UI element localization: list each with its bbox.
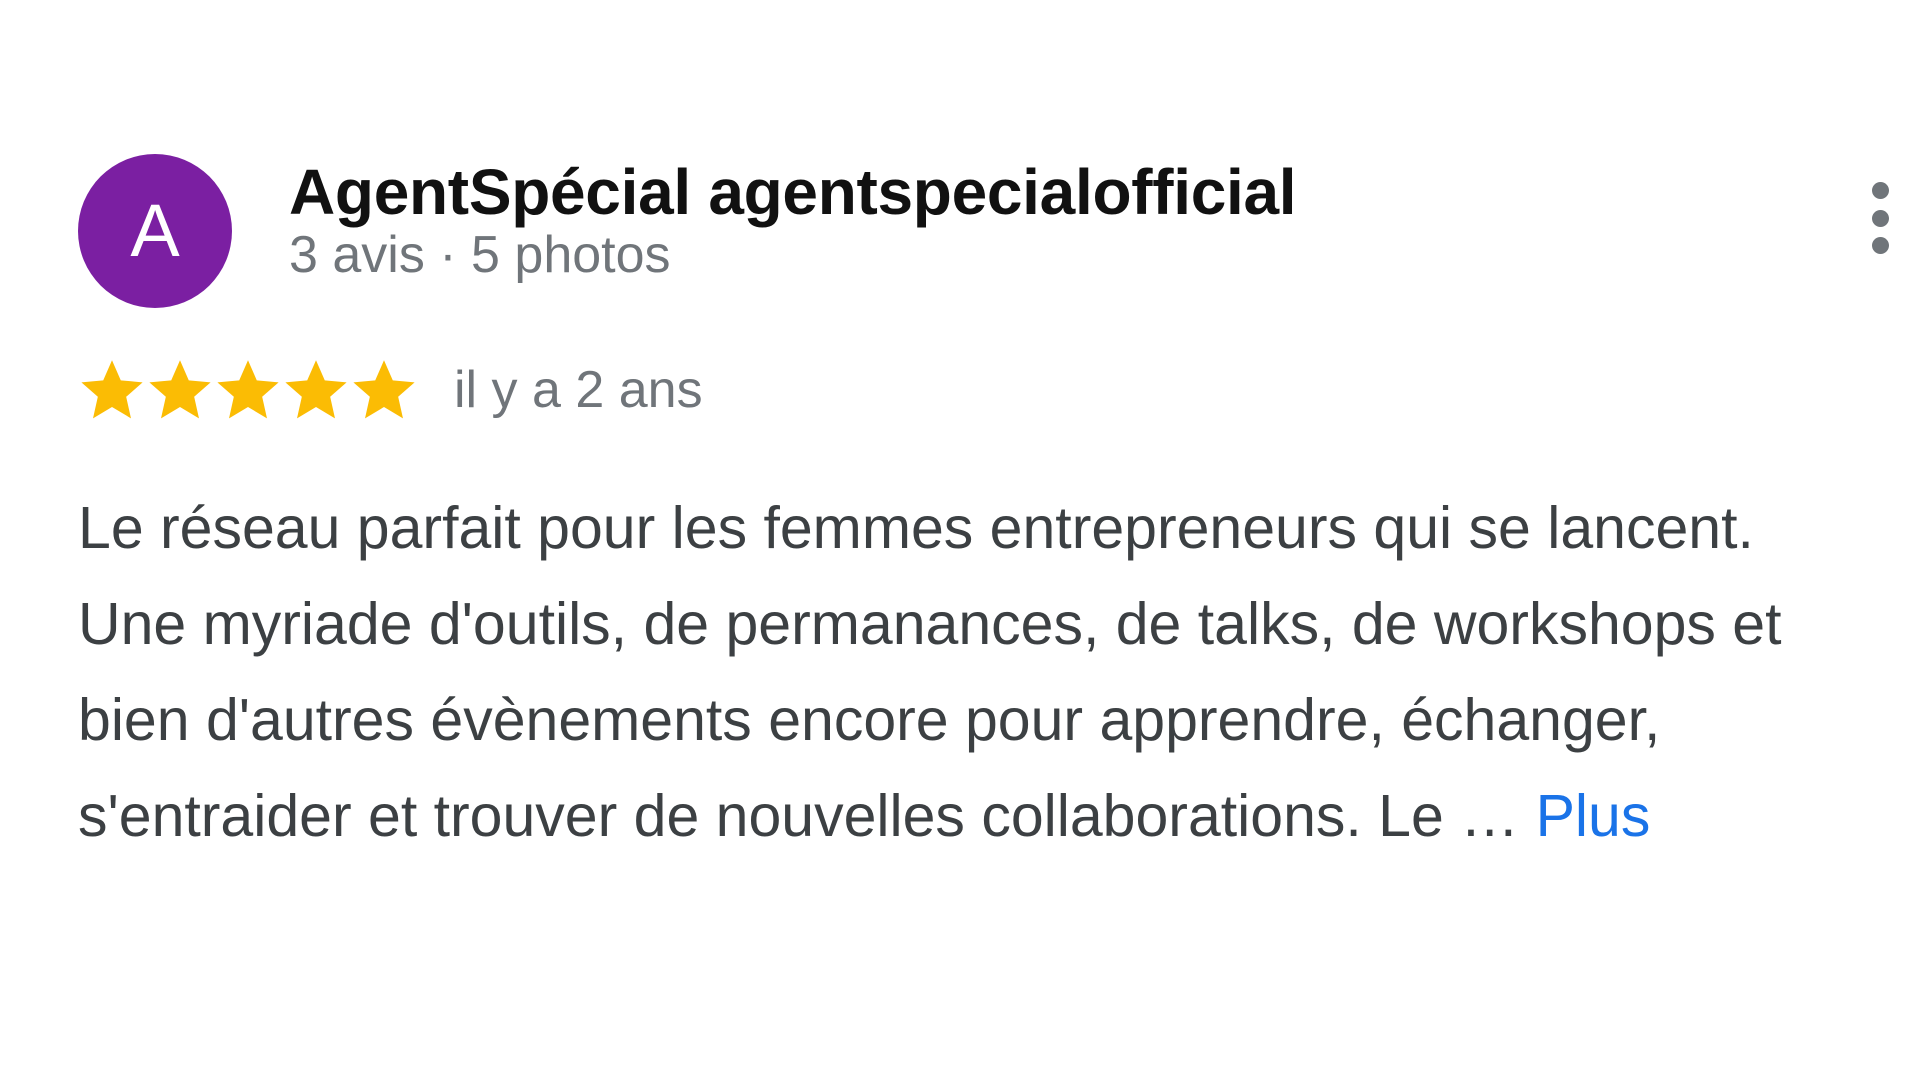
author-name[interactable]: AgentSpécial agentspecialofficial: [289, 154, 1297, 230]
star-rating: [78, 356, 418, 424]
star-icon: [353, 360, 415, 419]
star-icon: [217, 360, 279, 419]
read-more-link[interactable]: Plus: [1536, 783, 1651, 849]
more-options-button[interactable]: [1865, 182, 1895, 254]
review-body: Le réseau parfait pour les femmes entrep…: [78, 495, 1782, 849]
more-vert-icon: [1871, 182, 1889, 199]
star-icon: [81, 360, 143, 419]
author-meta: 3 avis · 5 photos: [289, 226, 671, 284]
avatar[interactable]: A: [78, 154, 232, 308]
review-header: A AgentSpécial agentspecialofficial 3 av…: [78, 154, 1898, 314]
review-text: Le réseau parfait pour les femmes entrep…: [78, 480, 1818, 864]
more-vert-icon-dot: [1871, 237, 1889, 254]
author-info: AgentSpécial agentspecialofficial 3 avis…: [289, 154, 1297, 286]
more-vert-icon-dot: [1871, 209, 1889, 227]
rating-row: il y a 2 ans: [78, 354, 703, 426]
star-icon: [149, 360, 211, 419]
review-card: A AgentSpécial agentspecialofficial 3 av…: [78, 154, 1898, 849]
star-icon: [285, 360, 347, 419]
review-date: il y a 2 ans: [454, 361, 703, 419]
